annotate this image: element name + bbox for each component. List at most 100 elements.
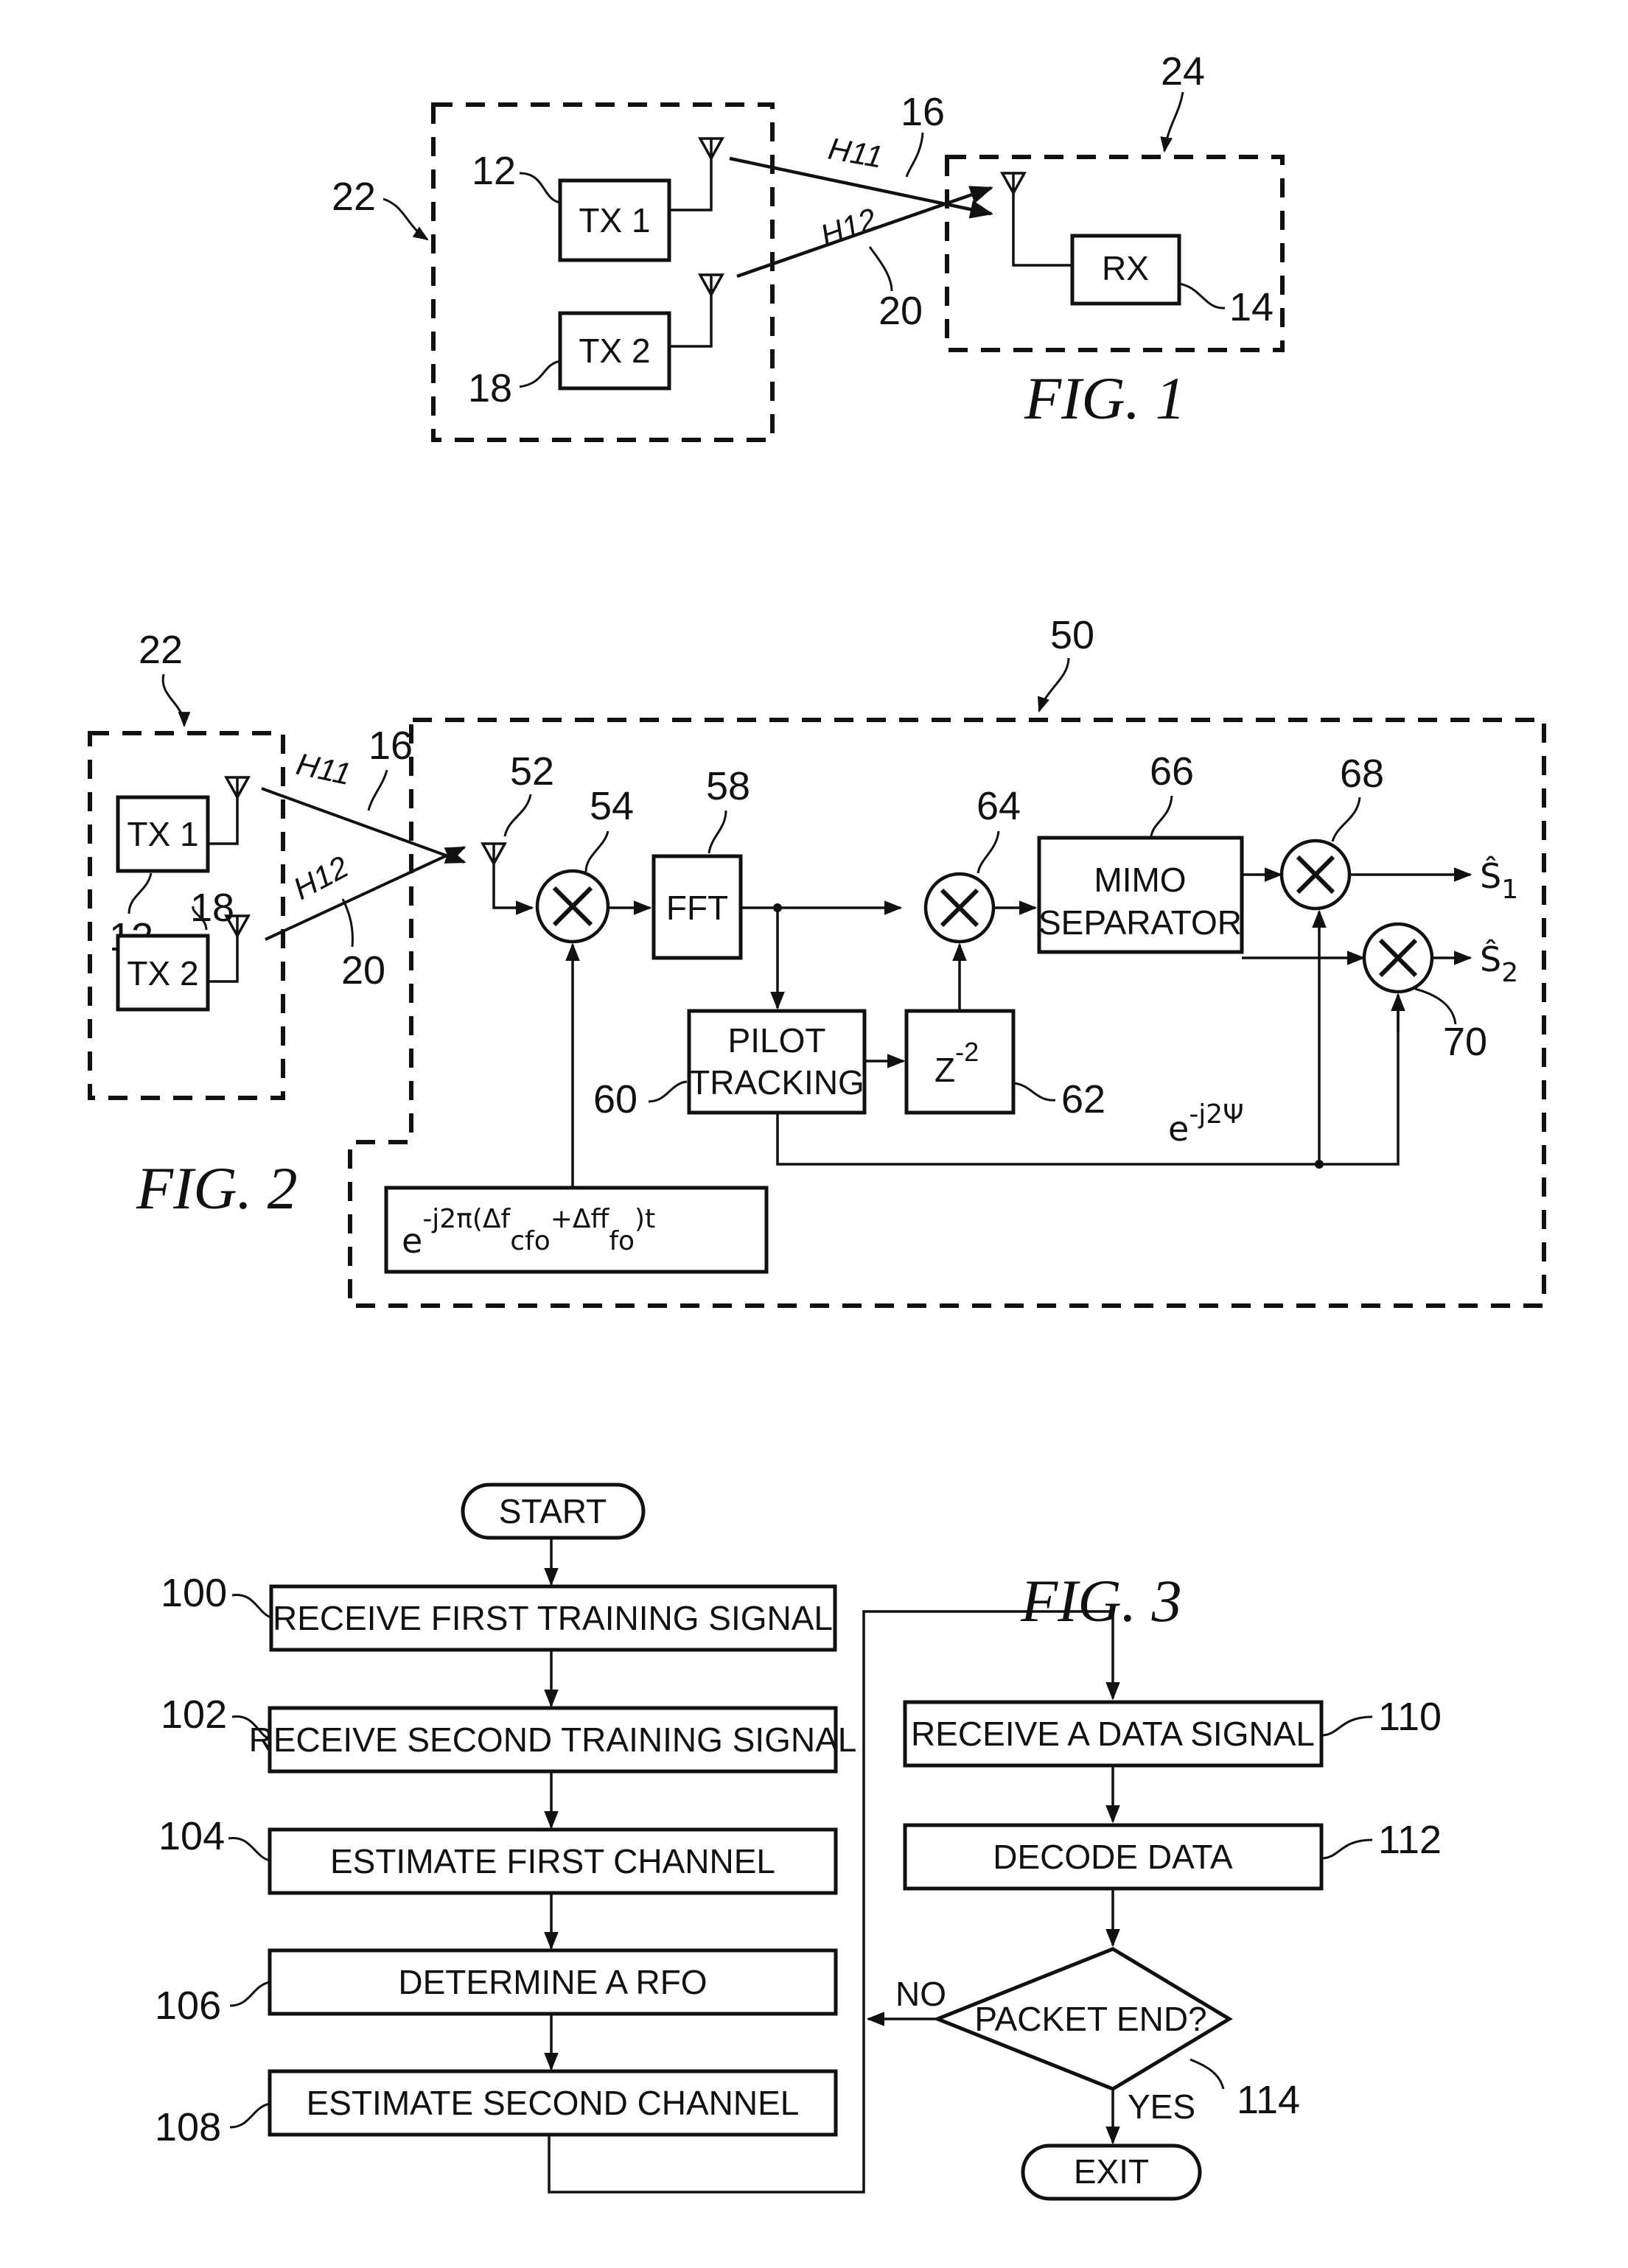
delay-exp: -2 (955, 1037, 979, 1067)
tx1-antenna-feed (669, 155, 713, 211)
f2-channel-h11-path (261, 787, 467, 864)
receiver-50-ref: 50 (1050, 613, 1094, 657)
flow-step-108-label: ESTIMATE SECOND CHANNEL (307, 2084, 800, 2122)
mixer-64-ref: 64 (977, 784, 1021, 828)
flow-step-106-label: DETERMINE A RFO (398, 1963, 707, 2001)
fft-label: FFT (666, 889, 728, 927)
flow-step-110-ref: 110 (1378, 1695, 1442, 1739)
tx2-leader (519, 360, 561, 388)
flow-step-112-leader (1321, 1838, 1373, 1860)
flow-step-100-ref: 100 (161, 1571, 227, 1615)
f2-transmitter-group-ref: 22 (139, 628, 183, 672)
channel-h11-label: H11 (825, 131, 885, 175)
flow-step-100-label: RECEIVE FIRST TRAINING SIGNAL (273, 1599, 833, 1637)
tx2-label: TX 2 (579, 332, 650, 370)
antenna-ref-52: 52 (510, 749, 554, 794)
delay-base: Z (934, 1051, 955, 1089)
figure-3-caption: FIG. 3 (1020, 1567, 1182, 1634)
f2-channel-h12-ref: 20 (341, 948, 385, 993)
mimo-separator-leader (1150, 795, 1173, 837)
patent-drawing-sheet: 22 TX 1 12 TX 2 18 H11 16 H12 20 24 RX 1… (88, 49, 1546, 2201)
flow-step-104-ref: 104 (158, 1814, 225, 1858)
tx2-antenna-icon (698, 273, 724, 298)
tx1-label: TX 1 (579, 201, 650, 239)
rx-antenna-icon (1000, 172, 1027, 196)
tx2-antenna-feed (669, 291, 713, 348)
figure-2: 22 TX 1 12 TX 2 18 H11 16 H12 20 50 52 (88, 613, 1546, 1308)
flow-step-112-label: DECODE DATA (993, 1838, 1233, 1876)
fft-leader (708, 810, 727, 854)
phase-correction-label: e-j2Ψ (1168, 1099, 1244, 1149)
f2-tx2-label: TX 2 (127, 954, 198, 993)
figure-3: START RECEIVE FIRST TRAINING SIGNAL 100 … (155, 1483, 1442, 2201)
f2-tx2-ref: 18 (190, 886, 234, 930)
decision-ref: 114 (1237, 2078, 1300, 2122)
channel-h12-leader (868, 246, 893, 292)
rx-leader (1178, 282, 1226, 309)
antenna-to-mixer-line (492, 864, 534, 915)
f2-channel-h11-ref: 16 (368, 724, 413, 768)
flow-step-112-ref: 112 (1378, 1818, 1442, 1862)
flow-step-110-leader (1321, 1715, 1373, 1737)
f2-channel-h12-leader (341, 898, 354, 948)
channel-h12-label: H12 (816, 201, 881, 253)
flow-step-102-label: RECEIVE SECOND TRAINING SIGNAL (249, 1721, 857, 1759)
rx-antenna-feed (1012, 193, 1072, 267)
tx2-ref: 18 (468, 366, 512, 410)
flow-step-108-ref: 108 (155, 2105, 221, 2149)
mixer-54-leader (584, 830, 609, 872)
f2-tx1-leader (127, 872, 153, 914)
pilot-tracking-label-1: PILOT (728, 1021, 826, 1060)
phase-junction-dot (1315, 1160, 1324, 1169)
flow-step-104-leader (228, 1836, 270, 1862)
figure-1-caption: FIG. 1 (1024, 365, 1186, 432)
receiver-group-leader (1160, 91, 1184, 153)
f2-transmitter-group-leader (161, 673, 191, 728)
mimo-separator-label-1: MIMO (1094, 861, 1186, 899)
mimo-separator-ref: 66 (1150, 749, 1194, 794)
f2-channel-h11-leader (367, 769, 388, 811)
tx1-leader (519, 172, 561, 204)
figure-1: 22 TX 1 12 TX 2 18 H11 16 H12 20 24 RX 1… (332, 49, 1285, 442)
mixer-70-leader (1414, 987, 1457, 1025)
figure-2-caption: FIG. 2 (136, 1155, 298, 1222)
f2-tx1-label: TX 1 (127, 815, 198, 853)
fft-ref: 58 (706, 764, 750, 808)
output-s2: Ŝ2 (1480, 939, 1518, 988)
flow-exit-label: EXIT (1074, 2152, 1149, 2191)
decision-no-label: NO (895, 1975, 946, 2013)
receiver-group-ref: 24 (1161, 49, 1205, 94)
flow-step-100-leader (231, 1594, 272, 1619)
flow-step-106-leader (229, 1981, 270, 2007)
f2-tx1-antenna-icon (224, 776, 251, 800)
delay-leader (1013, 1082, 1056, 1102)
mixer-70-ref: 70 (1443, 1020, 1487, 1064)
pilot-tracking-label-2: TRACKING (689, 1063, 864, 1102)
tx1-ref: 12 (472, 149, 516, 193)
flow-step-102-ref: 102 (161, 1693, 227, 1737)
flow-start-label: START (499, 1492, 607, 1530)
mixer-64-leader (977, 830, 1000, 874)
channel-h12-ref: 20 (878, 289, 923, 333)
pilot-tracking-leader (648, 1080, 688, 1103)
rx-label: RX (1102, 249, 1149, 287)
transmitter-group-ref: 22 (332, 175, 376, 219)
flow-step-106-ref: 106 (155, 1984, 221, 2028)
decision-packet-end-label: PACKET END? (974, 2000, 1206, 2038)
f2-tx1-antenna-feed (208, 796, 239, 845)
receiver-50-leader (1038, 657, 1070, 713)
antenna-ref-52-leader (503, 794, 532, 837)
channel-h11-leader (905, 132, 924, 178)
delay-ref: 62 (1061, 1077, 1105, 1121)
mixer-68-leader (1331, 797, 1361, 842)
flow-step-108-leader (229, 2102, 270, 2129)
tx1-antenna-icon (698, 137, 724, 161)
mixer-54-ref: 54 (590, 784, 634, 828)
mimo-separator-label-2: SEPARATOR (1038, 903, 1242, 942)
channel-h11-ref: 16 (901, 90, 945, 134)
flow-step-104-label: ESTIMATE FIRST CHANNEL (330, 1842, 775, 1880)
rx-ref: 14 (1229, 285, 1274, 329)
output-s1: Ŝ1 (1480, 855, 1518, 905)
f2-channel-h12-label: H12 (287, 849, 354, 906)
transmitter-group-leader (382, 197, 429, 241)
